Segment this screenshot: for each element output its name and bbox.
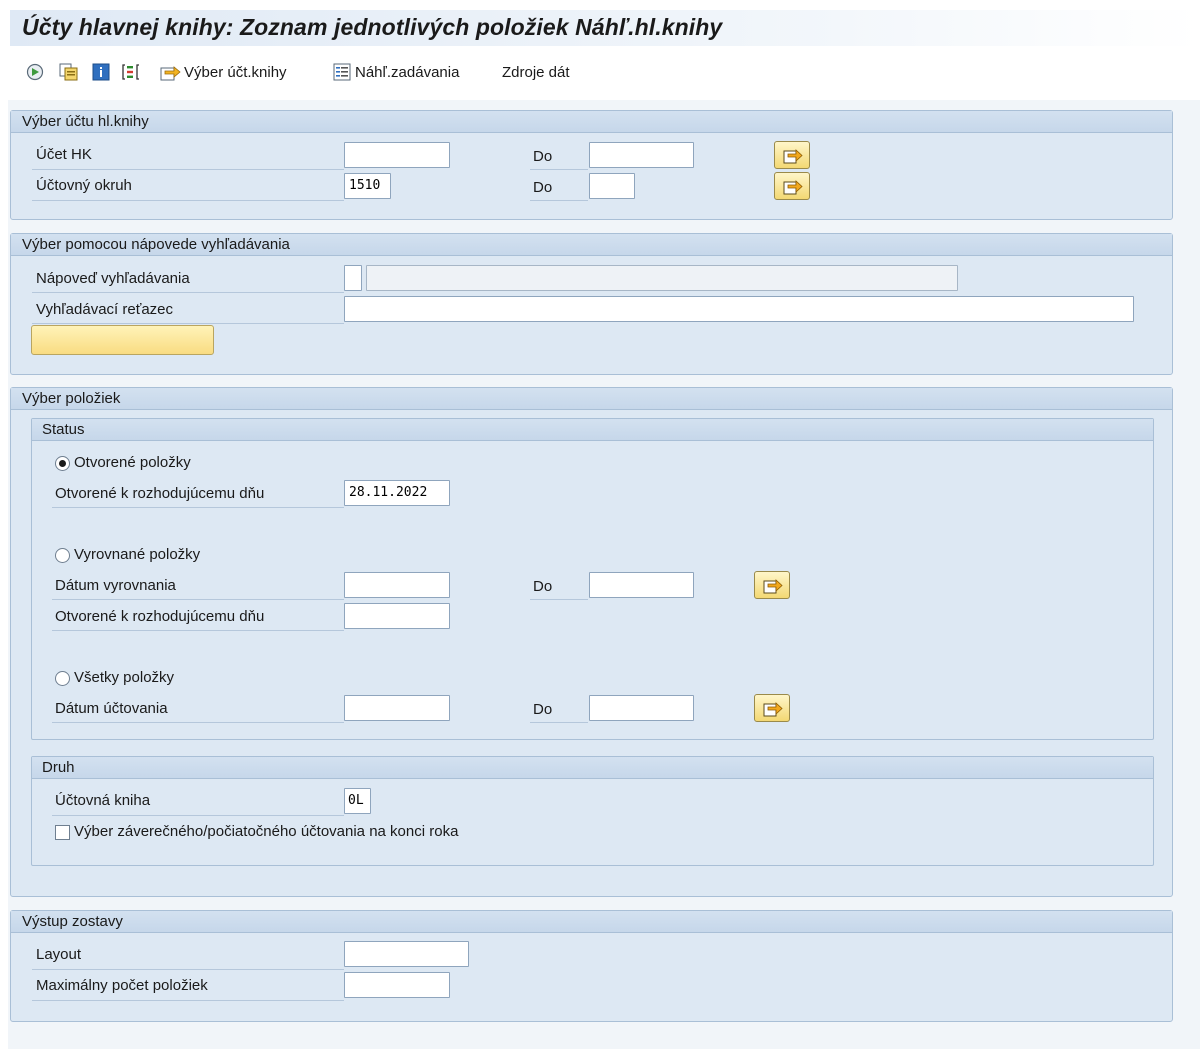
page-title: Účty hlavnej knihy: Zoznam jednotlivých …	[22, 14, 723, 40]
account-selection-button[interactable]: Výber účt.knihy	[184, 64, 287, 81]
group-header: Výber pomocou nápovede vyhľadávania	[11, 234, 1172, 256]
entry-view-button[interactable]: Náhľ.zadávania	[355, 64, 459, 81]
label-underline	[32, 200, 344, 201]
company-code-to-field[interactable]	[589, 173, 635, 199]
multiple-selection-icon	[783, 180, 803, 195]
multiple-selection-icon	[763, 702, 783, 717]
multiple-selection-icon	[763, 579, 783, 594]
search-string-label: Vyhľadávací reťazec	[36, 301, 174, 318]
open-key-date-field[interactable]: 28.11.2022	[344, 480, 450, 506]
output-group: Výstup zostavy	[10, 910, 1173, 1022]
to-label: Do	[533, 148, 553, 165]
application-toolbar: Výber účt.knihy Náhľ.zadávania Zdroje dá…	[0, 52, 1201, 94]
search-help-id-field[interactable]	[344, 265, 362, 291]
label-underline	[52, 630, 344, 631]
open-key-date-label: Otvorené k rozhodujúcemu dňu	[55, 485, 265, 502]
ledger-field[interactable]: 0L	[344, 788, 371, 814]
cleared-items-radio[interactable]	[55, 548, 70, 563]
label-underline	[32, 969, 344, 970]
label-underline	[530, 722, 588, 723]
layout-label: Layout	[36, 946, 82, 963]
label-underline	[530, 599, 588, 600]
label-underline	[52, 507, 344, 508]
label-underline	[52, 599, 344, 600]
label-underline	[52, 815, 344, 816]
open-items-label: Otvorené položky	[74, 454, 191, 471]
posting-date-to-field[interactable]	[589, 695, 694, 721]
entry-view-icon[interactable]	[333, 63, 351, 81]
all-items-radio[interactable]	[55, 671, 70, 686]
gl-account-from-field[interactable]	[344, 142, 450, 168]
to-label: Do	[533, 578, 553, 595]
search-help-button[interactable]	[31, 325, 214, 355]
group-header: Výber položiek	[11, 388, 1172, 410]
multiple-selection-button[interactable]	[754, 694, 790, 722]
type-subgroup: Druh	[31, 756, 1154, 866]
execute-icon[interactable]	[26, 63, 44, 81]
clearing-date-to-field[interactable]	[589, 572, 694, 598]
label-underline	[530, 169, 588, 170]
gl-account-label: Účet HK	[36, 146, 92, 163]
search-help-name-field	[366, 265, 958, 291]
posting-date-from-field[interactable]	[344, 695, 450, 721]
cleared-items-label: Vyrovnané položky	[74, 546, 201, 563]
group-header: Výber účtu hl.knihy	[11, 111, 1172, 133]
search-string-field[interactable]	[344, 296, 1134, 322]
max-items-field[interactable]	[344, 972, 450, 998]
to-label: Do	[533, 179, 553, 196]
label-underline	[530, 200, 588, 201]
open-items-radio[interactable]	[55, 456, 70, 471]
year-end-closing-label: Výber záverečného/počiatočného účtovania…	[74, 823, 459, 840]
group-header: Výstup zostavy	[11, 911, 1172, 933]
company-code-from-field[interactable]: 1510	[344, 173, 391, 199]
info-icon[interactable]	[92, 63, 110, 81]
gl-account-to-field[interactable]	[589, 142, 694, 168]
cleared-open-key-date-label: Otvorené k rozhodujúcemu dňu	[55, 608, 265, 625]
clearing-date-from-field[interactable]	[344, 572, 450, 598]
label-underline	[32, 169, 344, 170]
year-end-closing-checkbox[interactable]	[55, 825, 70, 840]
multiple-selection-button[interactable]	[754, 571, 790, 599]
subgroup-header: Status	[32, 419, 1153, 441]
account-selection-icon[interactable]	[160, 63, 181, 81]
company-code-label: Účtovný okruh	[36, 177, 132, 194]
multiple-selection-icon	[783, 149, 803, 164]
selection-options-icon[interactable]	[122, 63, 140, 81]
max-items-label: Maximálny počet položiek	[36, 977, 208, 994]
search-help-label: Nápoveď vyhľadávania	[36, 270, 190, 287]
multiple-selection-button[interactable]	[774, 141, 810, 169]
all-items-label: Všetky položky	[74, 669, 175, 686]
posting-date-label: Dátum účtovania	[55, 700, 168, 717]
label-underline	[32, 323, 344, 324]
clearing-date-label: Dátum vyrovnania	[55, 577, 176, 594]
copy-variant-icon[interactable]	[59, 63, 78, 81]
label-underline	[32, 1000, 344, 1001]
data-sources-button[interactable]: Zdroje dát	[502, 64, 570, 81]
layout-field[interactable]	[344, 941, 469, 967]
label-underline	[32, 292, 344, 293]
multiple-selection-button[interactable]	[774, 172, 810, 200]
label-underline	[52, 722, 344, 723]
ledger-label: Účtovná kniha	[55, 792, 151, 809]
to-label: Do	[533, 701, 553, 718]
cleared-open-key-date-field[interactable]	[344, 603, 450, 629]
subgroup-header: Druh	[32, 757, 1153, 779]
